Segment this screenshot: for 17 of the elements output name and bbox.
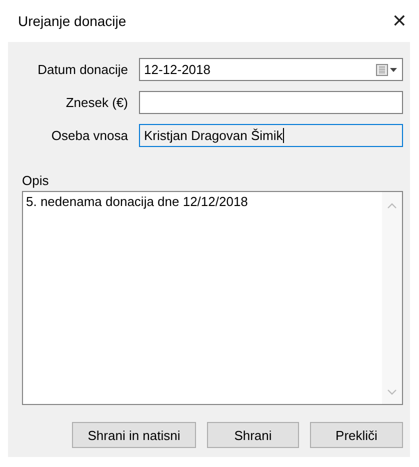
date-picker[interactable]: 12-12-2018 [139,58,403,81]
field-label: Oseba vnosa [50,128,129,143]
dialog-button[interactable]: Prekliči [310,422,403,448]
scrollbar[interactable] [382,192,402,404]
description-field[interactable]: 5. nedenama donacija dne 12/12/2018 [22,191,403,405]
scroll-up-icon[interactable] [387,202,397,209]
close-button[interactable]: ✕ [388,10,411,32]
dialog-button[interactable]: Shrani in natisni [72,422,196,448]
description-label: Opis [22,173,50,188]
text-field[interactable]: Kristjan Dragovan Šimik [139,124,403,147]
field-label: Datum donacije [36,62,129,77]
calendar-dropdown-icon[interactable] [376,64,398,76]
field-label: Znesek (€) [64,95,129,110]
dialog-button[interactable]: Shrani [207,422,299,448]
text-field[interactable] [139,91,403,114]
scroll-down-icon[interactable] [387,389,397,396]
window-title: Urejanje donacije [18,13,126,29]
